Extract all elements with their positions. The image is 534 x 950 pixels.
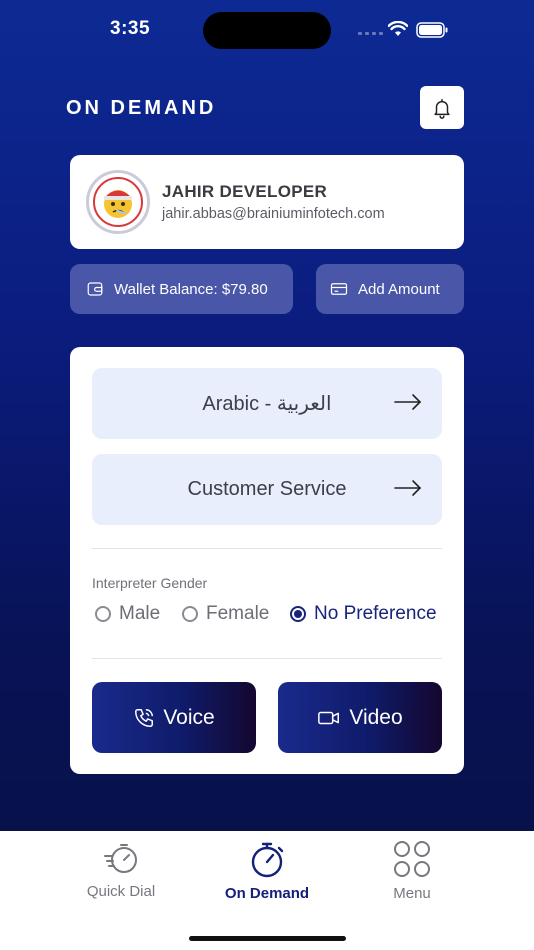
quick-dial-icon: [104, 844, 137, 873]
add-amount-label: Add Amount: [358, 280, 440, 298]
language-selector[interactable]: Arabic - العربية: [92, 368, 442, 439]
gender-label: Interpreter Gender: [92, 575, 208, 591]
tab-on-demand[interactable]: On Demand: [207, 839, 327, 902]
user-email: jahir.abbas@brainiuminfotech.com: [162, 206, 385, 222]
video-call-button[interactable]: Video: [278, 682, 442, 753]
service-selector[interactable]: Customer Service: [92, 454, 442, 525]
request-card: Arabic - العربية Customer Service Interp…: [70, 347, 464, 774]
bottom-tab-bar: Quick Dial On Demand Menu: [0, 831, 534, 950]
wallet-balance-button[interactable]: Wallet Balance: $79.80: [70, 264, 293, 314]
profile-card[interactable]: JAHIR DEVELOPER jahir.abbas@brainiuminfo…: [70, 155, 464, 249]
voice-call-button[interactable]: Voice: [92, 682, 256, 753]
cellular-signal-icon: [358, 32, 383, 35]
radio-label: No Preference: [314, 603, 437, 624]
tab-menu[interactable]: Menu: [352, 839, 472, 902]
phone-icon: [135, 708, 154, 727]
voice-label: Voice: [163, 705, 215, 729]
home-indicator: [189, 936, 346, 941]
user-name: JAHIR DEVELOPER: [162, 182, 328, 201]
wallet-icon: [87, 282, 103, 296]
wallet-balance-label: Wallet Balance: $79.80: [114, 280, 268, 298]
wifi-icon: [388, 21, 408, 36]
video-label: Video: [349, 705, 403, 729]
app-screen: 3:35 ON DEMAND JAHIR DEVELOPER jahir.abb…: [0, 0, 534, 831]
language-value: Arabic - العربية: [202, 393, 332, 415]
menu-grid-icon: [394, 841, 430, 877]
gender-option-no-preference[interactable]: No Preference: [290, 603, 437, 625]
tab-label: Quick Dial: [86, 883, 156, 900]
dynamic-island: [203, 12, 331, 49]
avatar: [86, 170, 150, 234]
add-amount-button[interactable]: Add Amount: [316, 264, 464, 314]
radio-label: Male: [119, 603, 161, 624]
card-icon: [330, 283, 348, 295]
notifications-button[interactable]: [420, 86, 464, 129]
tab-label: On Demand: [224, 885, 310, 902]
avatar-emoji-icon: [93, 177, 143, 227]
tab-label: Menu: [393, 885, 431, 902]
divider: [92, 548, 442, 549]
radio-circle: [290, 606, 306, 622]
bell-icon: [434, 98, 450, 119]
service-value: Customer Service: [187, 478, 347, 500]
radio-label: Female: [206, 603, 270, 624]
arrow-right-icon: [394, 480, 422, 496]
arrow-right-icon: [394, 394, 422, 410]
stopwatch-icon: [251, 842, 284, 878]
status-time: 3:35: [110, 18, 151, 39]
radio-circle: [182, 606, 198, 622]
gender-option-male[interactable]: Male: [95, 603, 160, 625]
battery-icon: [416, 22, 448, 38]
radio-circle: [95, 606, 111, 622]
video-camera-icon: [318, 711, 340, 724]
divider: [92, 658, 442, 659]
tab-quick-dial[interactable]: Quick Dial: [61, 839, 181, 900]
page-title: ON DEMAND: [66, 97, 217, 119]
gender-option-female[interactable]: Female: [182, 603, 269, 625]
gender-radio-group: Male Female No Preference: [92, 603, 452, 627]
